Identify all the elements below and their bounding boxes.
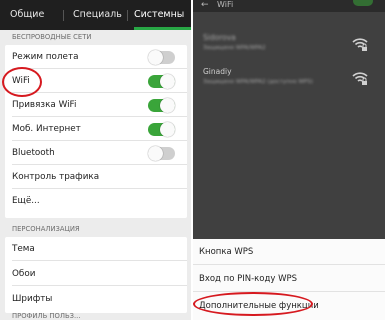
- menu-item-wps-pin[interactable]: Вход по PIN-коду WPS: [193, 266, 385, 292]
- back-arrow-icon[interactable]: ←: [201, 0, 209, 10]
- section-header-partial: ПРОФИЛЬ ПОЛЬЗ...: [0, 313, 191, 320]
- network-item[interactable]: Sidorova Защищено WPA/WPA2: [193, 30, 385, 60]
- settings-screen: Общие Специаль Системны БЕСПРОВОДНЫЕ СЕТ…: [0, 0, 191, 320]
- row-label: Тема: [12, 244, 35, 254]
- menu-item-label: Вход по PIN-коду WPS: [199, 274, 298, 284]
- section-header-wireless: БЕСПРОВОДНЫЕ СЕТИ: [0, 30, 191, 44]
- divider: [193, 264, 385, 265]
- toggle-knob: [148, 50, 163, 65]
- row-theme[interactable]: Тема: [5, 237, 187, 261]
- network-name: Sidorova: [203, 33, 236, 42]
- divider: [12, 260, 187, 261]
- wifi-title: WiFi: [217, 0, 234, 9]
- row-mobile-internet[interactable]: Моб. Интернет: [5, 117, 187, 141]
- row-label: Шрифты: [12, 294, 53, 304]
- wifi-signal-lock-icon: [352, 72, 368, 85]
- wifi-screen: ← WiFi Sidorova Защищено WPA/WPA2 Ginadi…: [193, 0, 385, 320]
- mobile-internet-toggle[interactable]: [148, 122, 175, 137]
- wifi-master-toggle[interactable]: [353, 0, 373, 6]
- network-security: Защищено WPA/WPA2: [203, 45, 266, 51]
- screenshot: Общие Специаль Системны БЕСПРОВОДНЫЕ СЕТ…: [0, 0, 385, 320]
- row-label: Bluetooth: [12, 148, 55, 158]
- advanced-highlight-annotation: [193, 292, 313, 316]
- tab-special[interactable]: Специаль: [73, 0, 122, 30]
- toggle-knob: [148, 146, 163, 161]
- tab-separator: [63, 10, 64, 21]
- row-more[interactable]: Ещё...: [5, 189, 187, 213]
- tab-general[interactable]: Общие: [10, 0, 44, 30]
- divider: [193, 291, 385, 292]
- wifi-toggle[interactable]: [148, 74, 175, 89]
- menu-item-wps-button[interactable]: Кнопка WPS: [193, 239, 385, 265]
- row-label: Контроль трафика: [12, 172, 100, 182]
- menu-item-label: Кнопка WPS: [199, 247, 254, 257]
- row-wifi-tethering[interactable]: Привязка WiFi: [5, 93, 187, 117]
- network-security: Защищено WPA/WPA2 (доступно WPS): [203, 79, 313, 85]
- wifi-signal-lock-icon: [352, 38, 368, 51]
- divider: [12, 285, 187, 286]
- row-label: Режим полета: [12, 52, 79, 62]
- row-airplane-mode[interactable]: Режим полета: [5, 45, 187, 69]
- row-label: Ещё...: [12, 196, 40, 206]
- row-wallpaper[interactable]: Обои: [5, 262, 187, 286]
- wifi-header: ← WiFi: [193, 0, 385, 12]
- row-traffic-control[interactable]: Контроль трафика: [5, 165, 187, 189]
- row-label: Моб. Интернет: [12, 124, 81, 134]
- wifi-tethering-toggle[interactable]: [148, 98, 175, 113]
- network-name: Ginadiy: [203, 67, 232, 76]
- row-fonts[interactable]: Шрифты: [5, 287, 187, 311]
- row-bluetooth[interactable]: Bluetooth: [5, 141, 187, 165]
- toggle-knob: [160, 122, 175, 137]
- section-header-personalization: ПЕРСОНАЛИЗАЦИЯ: [0, 222, 191, 236]
- bluetooth-toggle[interactable]: [148, 146, 175, 161]
- tab-bar: Общие Специаль Системны: [0, 0, 191, 30]
- personalization-card: Тема Обои Шрифты: [5, 237, 187, 313]
- row-label: Обои: [12, 269, 36, 279]
- wifi-highlight-annotation: [2, 67, 42, 97]
- tab-system[interactable]: Системны: [134, 0, 184, 30]
- airplane-mode-toggle[interactable]: [148, 50, 175, 65]
- tab-separator: [127, 10, 128, 21]
- toggle-knob: [160, 74, 175, 89]
- toggle-knob: [160, 98, 175, 113]
- network-item[interactable]: Ginadiy Защищено WPA/WPA2 (доступно WPS): [193, 64, 385, 94]
